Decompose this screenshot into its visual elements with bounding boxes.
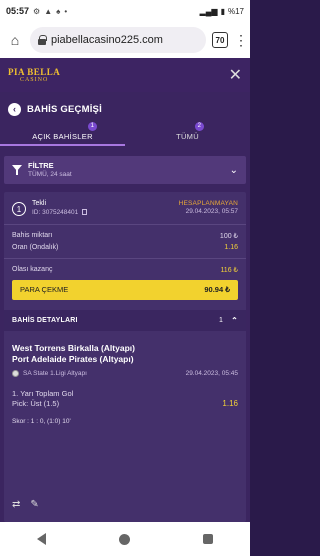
android-nav-bar [0, 522, 250, 556]
bet-date: 29.04.2023, 05:57 [185, 208, 238, 216]
league-row: SA State 1.Ligi Altyapı 29.04.2023, 05:4… [12, 369, 238, 377]
url-bar[interactable]: piabellacasino225.com [30, 27, 206, 53]
back-icon[interactable]: ‹ [8, 102, 21, 116]
nav-back-icon[interactable] [36, 533, 46, 545]
tab-all-label: TÜMÜ [176, 132, 199, 141]
battery-icon: ▮ [220, 6, 225, 16]
copy-icon[interactable] [82, 208, 88, 215]
amount-label: Bahis miktarı [12, 231, 53, 239]
logo-line1: PIA BELLA [8, 66, 61, 77]
status-bar: 05:57 ⚙ ▲ ♠ • ▂▄▆ ▮ %17 [0, 0, 250, 22]
match-date: 29.04.2023, 05:45 [185, 369, 238, 377]
bet-index: 1 [12, 202, 26, 216]
bet-id-row: ID: 3075248401 [32, 208, 88, 217]
pick-odd: 1.16 [222, 398, 238, 408]
odds-row: Oran (Ondalık) 1.16 [12, 244, 238, 251]
bet-id: ID: 3075248401 [32, 208, 79, 216]
tab-count-button[interactable]: 70 [212, 32, 228, 48]
win-label: Olası kazanç [12, 265, 53, 273]
battery-percent: %17 [227, 6, 244, 16]
browser-toolbar: ⌂ piabellacasino225.com 70 ⋮ [0, 22, 250, 58]
team-home: West Torrens Birkalla (Altyapı) [12, 342, 135, 353]
pick-row: Pick: Üst (1.5) 1.16 [12, 399, 238, 408]
cashout-button[interactable]: PARA ÇEKME 90.94 ₺ [12, 279, 238, 300]
amount-row: Bahis miktarı 100 ₺ [12, 232, 238, 240]
chevron-down-icon: ⌄ [229, 164, 238, 176]
bet-actions: ⇄ ✎ [12, 499, 39, 510]
filter-title: FİLTRE [28, 161, 54, 171]
filter-subtitle: TÜMÜ, 24 saat [28, 170, 72, 178]
details-title: BAHİS DETAYLARI [12, 316, 78, 324]
bet-info: Tekli ID: 3075248401 [32, 200, 88, 217]
league-name: SA State 1.Ligi Altyapı [23, 369, 87, 377]
score: Skor : 1 : 0, (1:0) 10' [12, 417, 71, 425]
odds-value: 1.16 [224, 243, 238, 251]
alert-notif-icon: ▲ [44, 6, 53, 16]
settings-notif-icon: ⚙ [33, 6, 41, 16]
market-name: 1. Yarı Toplam Gol [12, 388, 74, 398]
title-bar: ‹ BAHİS GEÇMİŞİ [0, 92, 250, 118]
bet-header: 1 Tekli ID: 3075248401 HESAPLANMAYAN 29.… [12, 200, 238, 217]
home-icon[interactable]: ⌂ [6, 31, 24, 49]
bet-history-panel: ‹ BAHİS GEÇMİŞİ AÇIK BAHİSLER 1 TÜMÜ 2 F… [0, 92, 250, 522]
bet-card: 1 Tekli ID: 3075248401 HESAPLANMAYAN 29.… [4, 192, 246, 522]
pick-label: Pick: Üst (1.5) [12, 398, 60, 408]
swap-icon[interactable]: ⇄ [12, 499, 20, 510]
tab-all[interactable]: TÜMÜ 2 [125, 118, 250, 146]
details-count: 1 [219, 316, 224, 324]
close-icon[interactable]: ✕ [229, 65, 242, 85]
filter-icon [12, 164, 22, 176]
bet-status-block: HESAPLANMAYAN 29.04.2023, 05:57 [179, 200, 238, 216]
dot-notif-icon: • [64, 6, 68, 16]
tab-open-bets-label: AÇIK BAHİSLER [32, 132, 93, 141]
selection: West Torrens Birkalla (Altyapı) Port Ade… [4, 343, 246, 425]
nav-recents-icon[interactable] [203, 534, 214, 544]
teams: West Torrens Birkalla (Altyapı) Port Ade… [12, 343, 238, 365]
more-menu-icon[interactable]: ⋮ [234, 33, 248, 47]
chevron-up-icon: ⌃ [231, 315, 238, 325]
odds-label: Oran (Ondalık) [12, 243, 59, 251]
logo-line2: CASINO [19, 76, 49, 83]
url-text: piabellacasino225.com [51, 34, 163, 46]
page-title: BAHİS GEÇMİŞİ [27, 103, 102, 115]
tab-all-badge: 2 [195, 122, 204, 131]
amount-value: 100 ₺ [219, 232, 238, 240]
logo[interactable]: PIA BELLA CASINO [8, 66, 61, 83]
cashout-amount: 90.94 ₺ [204, 285, 230, 295]
divider [4, 223, 246, 225]
nav-home-icon[interactable] [118, 533, 130, 545]
tabs: AÇIK BAHİSLER 1 TÜMÜ 2 [0, 118, 250, 146]
bet-status: HESAPLANMAYAN [178, 200, 238, 207]
bet-type: Tekli [32, 200, 47, 207]
app-notif-icon: ♠ [56, 6, 61, 16]
sport-ball-icon [12, 369, 19, 377]
bet-details-header[interactable]: BAHİS DETAYLARI 1 ⌃ [4, 309, 246, 331]
tab-open-bets-badge: 1 [88, 122, 97, 131]
win-value: 116 ₺ [220, 266, 238, 274]
status-right: ▂▄▆ ▮ %17 [200, 7, 244, 16]
status-time: 05:57 [6, 6, 30, 16]
notification-icons: ⚙ ▲ ♠ • [33, 7, 67, 16]
tab-open-bets[interactable]: AÇIK BAHİSLER 1 [0, 118, 125, 146]
filter-text: FİLTRE TÜMÜ, 24 saat [28, 161, 72, 178]
lock-icon [38, 35, 47, 45]
divider [4, 257, 246, 259]
signal-icon: ▂▄▆ [199, 6, 218, 16]
team-away: Port Adelaide Pirates (Altyapı) [12, 353, 134, 364]
filter-toggle[interactable]: FİLTRE TÜMÜ, 24 saat ⌄ [4, 156, 246, 184]
win-row: Olası kazanç 116 ₺ [12, 266, 238, 274]
edit-icon[interactable]: ✎ [30, 499, 38, 510]
cashout-label: PARA ÇEKME [20, 285, 69, 295]
app-header: PIA BELLA CASINO ✕ [0, 58, 250, 92]
